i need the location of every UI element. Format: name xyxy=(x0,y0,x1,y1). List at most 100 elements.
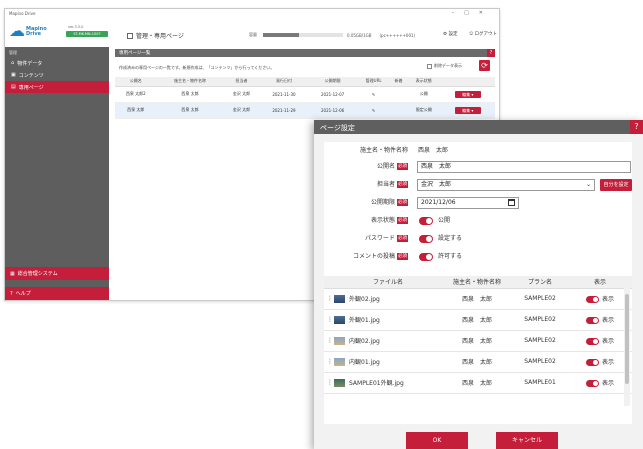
show-toggle[interactable] xyxy=(585,338,599,345)
image-thumbnail xyxy=(334,295,345,304)
required-badge: 必須 xyxy=(397,163,408,170)
public-name-input[interactable]: 西泉 太郎 xyxy=(417,161,631,173)
sidebar-item-contents[interactable]: ▣ コンテンツ xyxy=(5,69,109,81)
assign-self-button[interactable]: 自分を設定 xyxy=(600,179,632,191)
toggle-knob xyxy=(592,318,598,323)
cell-filename: 外観01.jpg xyxy=(334,309,442,331)
show-deleted-checkbox[interactable]: 削除データ表示 xyxy=(427,63,462,69)
ok-button[interactable]: OK xyxy=(406,432,468,449)
help-icon[interactable]: ? xyxy=(487,49,495,57)
page-icon: ▤ xyxy=(11,84,16,90)
home-icon: ⌂ xyxy=(11,60,15,66)
column-header: 施主名・物件名称 xyxy=(442,276,512,289)
cell-filename: 内観02.jpg xyxy=(334,330,442,352)
sidebar-system-link[interactable]: ▦ 総合管理システム xyxy=(5,267,109,280)
calendar-icon[interactable] xyxy=(508,199,515,206)
cell-url[interactable]: ✎ xyxy=(356,102,391,119)
cell-url[interactable]: ✎ xyxy=(356,86,391,103)
image-icon: ▣ xyxy=(11,72,16,78)
image-thumbnail xyxy=(334,379,345,388)
logout-button[interactable]: ⎋ ログアウト xyxy=(470,31,498,37)
column-header xyxy=(440,77,495,87)
public-name-label: 公開名 必須 xyxy=(376,163,408,170)
column-header[interactable]: 施主名・物件名称 xyxy=(156,77,224,87)
edit-url-icon[interactable]: ✎ xyxy=(372,108,375,113)
password-label: パスワード 必須 xyxy=(364,235,408,242)
cell-show: 表示 xyxy=(568,351,632,373)
sidebar-item-properties[interactable]: ⌂ 物件データ xyxy=(5,57,109,69)
drag-handle-icon[interactable]: ⋮ xyxy=(324,372,334,394)
show-toggle[interactable] xyxy=(585,380,599,387)
column-header[interactable]: 発行日付 xyxy=(259,77,309,87)
cancel-button[interactable]: キャンセル xyxy=(496,432,558,449)
column-header[interactable]: 管理URL xyxy=(356,77,391,87)
toggle-knob xyxy=(426,218,432,224)
edit-url-icon[interactable]: ✎ xyxy=(372,92,375,97)
drag-handle-icon[interactable]: ⋮ xyxy=(324,330,334,352)
window-controls[interactable]: –□✕ xyxy=(452,10,493,16)
settings-button[interactable]: ⚙ 設定 xyxy=(443,31,457,37)
column-header[interactable]: 公開期限 xyxy=(308,77,357,87)
page-list-table: 公開名 施主名・物件名称 担当者 発行日付 公開期限 管理URL 新着 表示状態… xyxy=(115,77,495,119)
dialog-header: ページ設定 ? xyxy=(314,120,643,134)
cell-owner: 西泉 太郎 xyxy=(442,288,512,310)
image-thumbnail xyxy=(334,358,345,367)
table-row[interactable]: ⋮ SAMPLE01外観.jpg 西泉 太郎 SAMPLE01 表示 xyxy=(324,372,632,394)
column-header[interactable]: 公開名 xyxy=(115,77,157,87)
file-table-scrollbar[interactable] xyxy=(624,288,630,406)
show-toggle[interactable] xyxy=(585,296,599,303)
page-icon xyxy=(127,32,133,39)
staff-select[interactable]: 金沢 太郎 ⌄ xyxy=(417,179,595,191)
checkbox-box[interactable] xyxy=(427,63,432,69)
logo-area: ☁ Mapino Drive ver.3.3.0 ST-MK-MN-1007 xyxy=(8,21,126,45)
capacity-value: 0.05GB/1GB xyxy=(347,32,372,38)
password-toggle[interactable] xyxy=(419,235,433,243)
table-row[interactable]: 西泉 太郎 西泉 太郎 金沢 太郎 2021-11-29 2021-12-06 … xyxy=(115,102,495,119)
top-actions: ⚙ 設定 ⎋ ログアウト xyxy=(443,31,497,37)
table-header-row: ファイル名 施主名・物件名称 プラン名 表示 xyxy=(324,276,632,289)
drag-handle-icon[interactable]: ⋮ xyxy=(324,309,334,331)
sidebar: 管理 ⌂ 物件データ ▣ コンテンツ ▤ 専用ページ ▦ 総合管理システム ? … xyxy=(5,47,109,300)
user-id: (pc++++++001) xyxy=(379,32,416,38)
sidebar-help-link[interactable]: ? ヘルプ xyxy=(5,287,109,300)
sidebar-item-pages[interactable]: ▤ 専用ページ xyxy=(5,81,109,93)
table-header-row: 公開名 施主名・物件名称 担当者 発行日付 公開期限 管理URL 新着 表示状態 xyxy=(115,77,495,87)
table-row[interactable]: ⋮ 内観02.jpg 西泉 太郎 SAMPLE02 表示 xyxy=(324,330,632,352)
version-label: ver.3.3.0 xyxy=(68,25,84,29)
comment-row: コメントの投稿 必須 許可する xyxy=(324,250,632,264)
comment-toggle[interactable] xyxy=(419,253,433,261)
refresh-button[interactable]: ⟳ xyxy=(479,60,490,71)
table-row[interactable]: ⋮ 外観02.jpg 西泉 太郎 SAMPLE02 表示 xyxy=(324,288,632,310)
drag-handle-icon[interactable]: ⋮ xyxy=(324,351,334,373)
column-header[interactable]: 担当者 xyxy=(223,77,260,87)
show-toggle[interactable] xyxy=(585,359,599,366)
edit-button[interactable]: 編集 ▾ xyxy=(454,90,481,98)
gear-icon: ⚙ xyxy=(443,32,448,37)
toggle-knob xyxy=(426,254,432,260)
help-icon[interactable]: ? xyxy=(630,120,643,134)
show-toggle[interactable] xyxy=(585,317,599,324)
expiry-date-input[interactable]: 2021/12/06 xyxy=(417,197,519,209)
drag-handle-icon[interactable]: ⋮ xyxy=(324,288,334,310)
panel-title: 専用ページ一覧 xyxy=(119,51,151,56)
public-name-row: 公開名 必須 西泉 太郎 xyxy=(324,160,632,174)
password-row: パスワード 必須 設定する xyxy=(324,232,632,246)
column-header[interactable]: 新着 xyxy=(390,77,408,87)
cell-edit: 編集 ▾ xyxy=(440,102,495,119)
scrollbar-thumb[interactable] xyxy=(625,294,629,384)
display-toggle[interactable] xyxy=(419,217,433,225)
display-label: 表示状態 必須 xyxy=(370,217,408,224)
capacity-indicator: 容量 0.05GB/1GB (pc++++++001) xyxy=(249,32,415,38)
column-header[interactable]: 表示状態 xyxy=(407,77,441,87)
required-badge: 必須 xyxy=(397,199,408,206)
table-row[interactable]: 西泉 太郎2 西泉 太郎 金沢 太郎 2021-11-30 2021-12-07… xyxy=(115,86,495,103)
cell-plan: SAMPLE02 xyxy=(512,288,568,310)
table-row[interactable]: ⋮ 内観01.jpg 西泉 太郎 SAMPLE02 表示 xyxy=(324,351,632,373)
cell-plan: SAMPLE02 xyxy=(512,330,568,352)
license-badge: ST-MK-MN-1007 xyxy=(66,31,108,37)
window-title: Mapino Drive xyxy=(9,11,36,16)
capacity-label: 容量 xyxy=(249,32,257,37)
table-row[interactable]: ⋮ 外観01.jpg 西泉 太郎 SAMPLE02 表示 xyxy=(324,309,632,331)
owner-value: 西泉 太郎 xyxy=(418,147,449,154)
edit-button[interactable]: 編集 ▾ xyxy=(454,106,481,114)
